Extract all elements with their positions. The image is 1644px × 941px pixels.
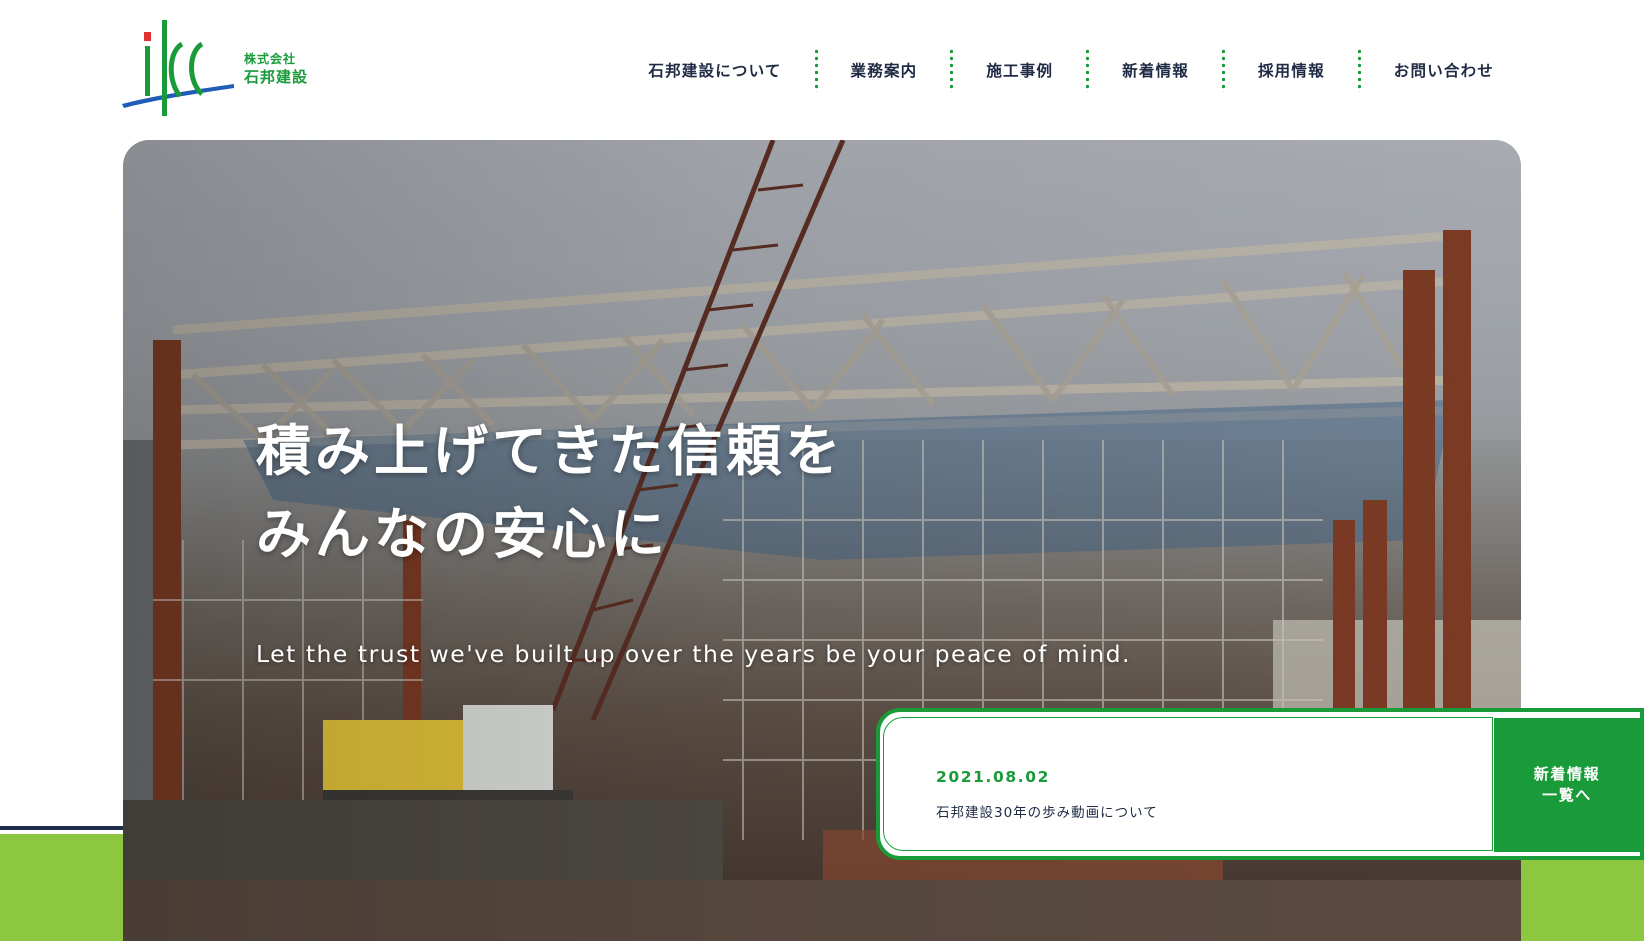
news-title-link[interactable]: 石邦建設30年の歩み動画について (936, 801, 1158, 821)
news-date: 2021.08.02 (936, 768, 1051, 786)
latest-news-item[interactable]: 2021.08.02 石邦建設30年の歩み動画について (883, 717, 1493, 851)
nav-item-services[interactable]: 業務案内 (818, 59, 951, 81)
ikc-logo-mark (122, 20, 234, 116)
nav-item-works[interactable]: 施工事例 (953, 59, 1086, 81)
nav-item-about[interactable]: 石邦建設について (615, 59, 814, 81)
news-list-button[interactable]: 新着情報 一覧へ (1494, 718, 1640, 852)
logo-company-name: 石邦建設 (244, 67, 309, 86)
hero-catchcopy-line1: 積み上げてきた信頼を (256, 419, 845, 483)
latest-news-card: 2021.08.02 石邦建設30年の歩み動画について 新着情報 一覧へ (876, 708, 1644, 860)
nav-item-recruit[interactable]: 採用情報 (1225, 59, 1358, 81)
global-nav: 石邦建設について 業務案内 施工事例 新着情報 採用情報 お問い合わせ (615, 46, 1494, 94)
news-card-edge (1640, 712, 1644, 856)
logo-text: 株式会社 石邦建設 (244, 52, 334, 87)
hero-catchcopy: 積み上げてきた信頼を みんなの安心に (256, 410, 844, 576)
company-logo[interactable]: 株式会社 石邦建設 (122, 18, 322, 122)
news-list-button-label: 新着情報 一覧へ (1533, 765, 1601, 804)
hero-catchcopy-english: Let the trust we've built up over the ye… (256, 640, 1132, 668)
nav-item-contact[interactable]: お問い合わせ (1361, 59, 1494, 81)
logo-company-type: 株式会社 (244, 52, 297, 66)
nav-item-news[interactable]: 新着情報 (1089, 59, 1222, 81)
hero-catchcopy-line2: みんなの安心に (256, 502, 670, 566)
